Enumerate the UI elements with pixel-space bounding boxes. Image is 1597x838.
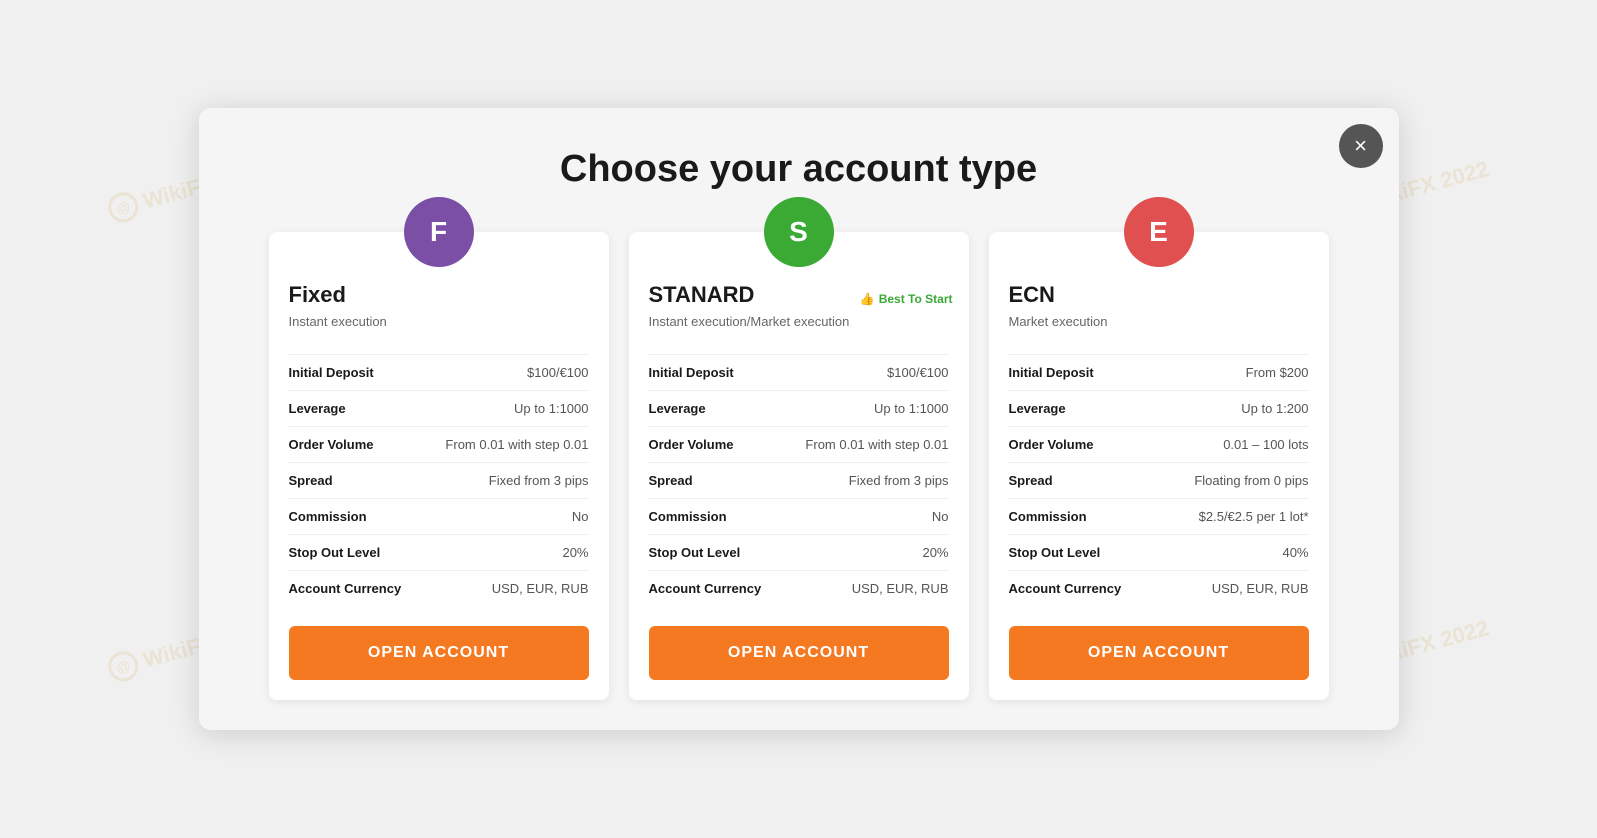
card-row-ecn-0: Initial Deposit From $200: [1009, 354, 1309, 390]
card-wrapper-ecn: EECNMarket executionInitial DepositFrom …: [989, 232, 1329, 700]
row-label-ecn-1: Leverage: [1009, 401, 1066, 416]
row-label-standard-0: Initial Deposit: [649, 365, 734, 380]
card-icon-standard: S: [764, 197, 834, 267]
row-value-fixed-4: No: [572, 509, 589, 524]
card-row-ecn-1: Leverage Up to 1:200: [1009, 390, 1309, 426]
row-label-ecn-2: Order Volume: [1009, 437, 1094, 452]
card-subtitle-ecn: Market execution: [1009, 312, 1309, 332]
card-name-fixed: Fixed: [289, 282, 589, 308]
card-ecn: ECN Market execution Initial Deposit From $…: [989, 232, 1329, 700]
row-label-standard-4: Commission: [649, 509, 727, 524]
row-value-ecn-6: USD, EUR, RUB: [1212, 581, 1309, 596]
row-label-standard-2: Order Volume: [649, 437, 734, 452]
row-value-fixed-1: Up to 1:1000: [514, 401, 588, 416]
row-label-ecn-3: Spread: [1009, 473, 1053, 488]
row-value-ecn-0: From $200: [1246, 365, 1309, 380]
row-label-fixed-1: Leverage: [289, 401, 346, 416]
card-row-ecn-5: Stop Out Level 40%: [1009, 534, 1309, 570]
cards-container: FFixedInstant executionInitial Deposit$1…: [229, 232, 1369, 700]
row-label-ecn-0: Initial Deposit: [1009, 365, 1094, 380]
open-account-button-standard[interactable]: OPEN ACCOUNT: [649, 626, 949, 680]
card-standard: STANARDInstant execution/Market executio…: [629, 232, 969, 700]
card-row-standard-1: Leverage Up to 1:1000: [649, 390, 949, 426]
card-row-ecn-4: Commission $2.5/€2.5 per 1 lot*: [1009, 498, 1309, 534]
row-value-standard-1: Up to 1:1000: [874, 401, 948, 416]
row-value-ecn-1: Up to 1:200: [1241, 401, 1308, 416]
row-label-fixed-4: Commission: [289, 509, 367, 524]
card-row-standard-4: Commission No: [649, 498, 949, 534]
row-label-ecn-6: Account Currency: [1009, 581, 1122, 596]
card-row-standard-6: Account Currency USD, EUR, RUB: [649, 570, 949, 606]
row-label-standard-1: Leverage: [649, 401, 706, 416]
row-label-fixed-6: Account Currency: [289, 581, 402, 596]
card-row-fixed-4: Commission No: [289, 498, 589, 534]
card-wrapper-fixed: FFixedInstant executionInitial Deposit$1…: [269, 232, 609, 700]
card-icon-fixed: F: [404, 197, 474, 267]
card-icon-ecn: E: [1124, 197, 1194, 267]
card-row-fixed-6: Account Currency USD, EUR, RUB: [289, 570, 589, 606]
row-value-standard-4: No: [932, 509, 949, 524]
row-value-ecn-4: $2.5/€2.5 per 1 lot*: [1199, 509, 1309, 524]
row-value-ecn-5: 40%: [1282, 545, 1308, 560]
card-name-ecn: ECN: [1009, 282, 1309, 308]
card-row-fixed-0: Initial Deposit $100/€100: [289, 354, 589, 390]
card-wrapper-standard: SSTANARDInstant execution/Market executi…: [629, 232, 969, 700]
row-value-standard-2: From 0.01 with step 0.01: [805, 437, 948, 452]
open-account-button-ecn[interactable]: OPEN ACCOUNT: [1009, 626, 1309, 680]
account-type-modal: × Choose your account type F Fixed Instant…: [199, 108, 1399, 730]
card-header-ecn: ECN Market execution: [1009, 282, 1309, 338]
row-value-standard-6: USD, EUR, RUB: [852, 581, 949, 596]
card-row-ecn-2: Order Volume 0.01 – 100 lots: [1009, 426, 1309, 462]
best-badge-standard: 👍 Best To Start: [860, 292, 953, 306]
row-value-standard-5: 20%: [922, 545, 948, 560]
row-value-fixed-0: $100/€100: [527, 365, 588, 380]
row-value-fixed-3: Fixed from 3 pips: [489, 473, 589, 488]
card-row-ecn-3: Spread Floating from 0 pips: [1009, 462, 1309, 498]
row-value-ecn-3: Floating from 0 pips: [1194, 473, 1308, 488]
card-row-standard-2: Order Volume From 0.01 with step 0.01: [649, 426, 949, 462]
card-row-standard-0: Initial Deposit $100/€100: [649, 354, 949, 390]
row-label-fixed-3: Spread: [289, 473, 333, 488]
page-title: Choose your account type: [229, 148, 1369, 191]
row-label-fixed-0: Initial Deposit: [289, 365, 374, 380]
row-value-standard-3: Fixed from 3 pips: [849, 473, 949, 488]
row-label-fixed-5: Stop Out Level: [289, 545, 381, 560]
card-subtitle-fixed: Instant execution: [289, 312, 589, 332]
card-row-standard-5: Stop Out Level 20%: [649, 534, 949, 570]
card-row-ecn-6: Account Currency USD, EUR, RUB: [1009, 570, 1309, 606]
card-row-fixed-1: Leverage Up to 1:1000: [289, 390, 589, 426]
row-value-fixed-6: USD, EUR, RUB: [492, 581, 589, 596]
card-row-fixed-2: Order Volume From 0.01 with step 0.01: [289, 426, 589, 462]
row-label-fixed-2: Order Volume: [289, 437, 374, 452]
card-header-fixed: Fixed Instant execution: [289, 282, 589, 338]
row-label-ecn-4: Commission: [1009, 509, 1087, 524]
card-row-fixed-3: Spread Fixed from 3 pips: [289, 462, 589, 498]
open-account-button-fixed[interactable]: OPEN ACCOUNT: [289, 626, 589, 680]
card-header-standard: STANARDInstant execution/Market executio…: [649, 282, 949, 338]
row-label-ecn-5: Stop Out Level: [1009, 545, 1101, 560]
row-value-fixed-2: From 0.01 with step 0.01: [445, 437, 588, 452]
row-value-standard-0: $100/€100: [887, 365, 948, 380]
card-row-fixed-5: Stop Out Level 20%: [289, 534, 589, 570]
card-row-standard-3: Spread Fixed from 3 pips: [649, 462, 949, 498]
row-value-ecn-2: 0.01 – 100 lots: [1223, 437, 1308, 452]
card-subtitle-standard: Instant execution/Market execution: [649, 312, 949, 332]
close-button[interactable]: ×: [1339, 124, 1383, 168]
row-value-fixed-5: 20%: [562, 545, 588, 560]
row-label-standard-3: Spread: [649, 473, 693, 488]
row-label-standard-6: Account Currency: [649, 581, 762, 596]
card-fixed: Fixed Instant execution Initial Deposit $10…: [269, 232, 609, 700]
row-label-standard-5: Stop Out Level: [649, 545, 741, 560]
